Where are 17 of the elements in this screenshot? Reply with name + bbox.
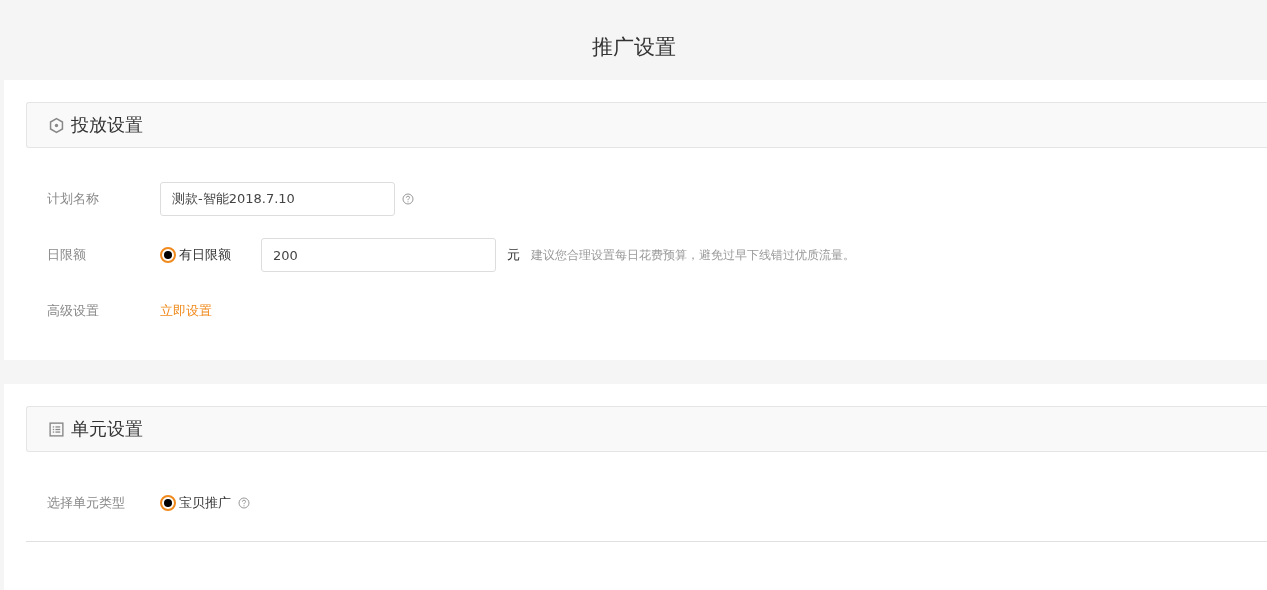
unit-label: 元 <box>507 246 520 264</box>
radio-option[interactable]: 有日限额 <box>160 246 231 264</box>
hint-text: 建议您合理设置每日花费预算，避免过早下线错过优质流量。 <box>531 246 855 264</box>
radio-option[interactable]: 宝贝推广 <box>160 494 231 512</box>
field-label: 计划名称 <box>47 190 100 208</box>
field-label: 高级设置 <box>47 302 100 320</box>
plan-name-field[interactable]: 测款-智能2018.7.10 <box>160 182 395 216</box>
section-title: 投放设置 <box>71 113 143 137</box>
field-label: 选择单元类型 <box>47 494 126 512</box>
section-title: 单元设置 <box>71 417 143 441</box>
list-icon <box>48 420 65 438</box>
budget-field[interactable]: 200 <box>261 238 496 272</box>
radio-button[interactable] <box>160 247 176 263</box>
hexagon-icon <box>48 116 65 134</box>
page-title: 推广设置 <box>590 34 677 61</box>
radio-button[interactable] <box>160 495 176 511</box>
field-label: 日限额 <box>47 246 87 264</box>
